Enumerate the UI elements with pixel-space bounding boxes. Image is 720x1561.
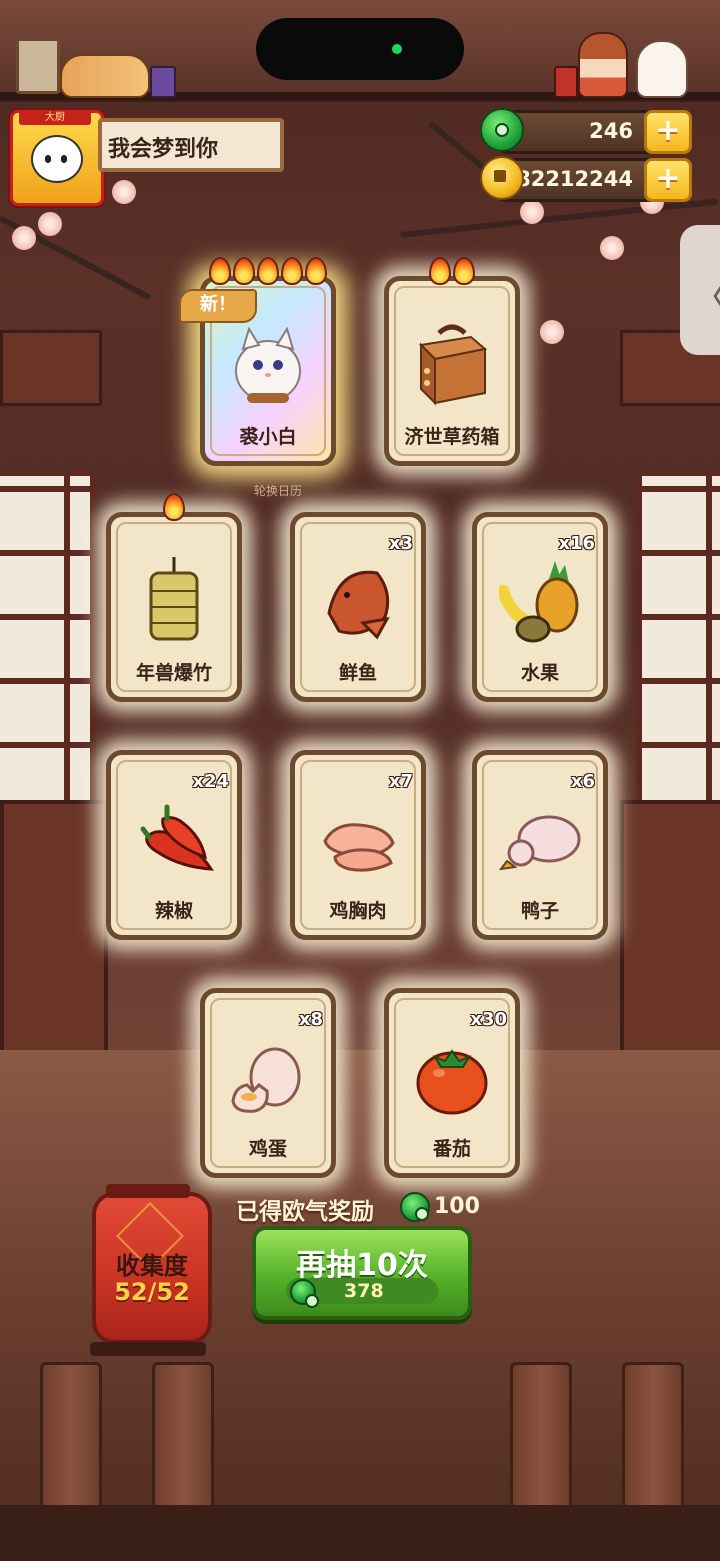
- bottom-strip: [0, 1505, 720, 1561]
- jade-icon: [290, 1279, 319, 1308]
- card-label: 鸡胸肉: [329, 900, 387, 922]
- collection-lantern[interactable]: 收集度 52/52: [90, 1184, 212, 1356]
- card-fish[interactable]: x3 鲜鱼: [290, 512, 426, 702]
- blossom-icon: [540, 320, 564, 344]
- card-label: 番茄: [432, 1138, 471, 1160]
- card-label: 鸭子: [520, 900, 559, 922]
- collection-label: 收集度: [116, 1252, 188, 1280]
- card-label: 裘小白: [239, 426, 297, 448]
- card-label: 鸡蛋: [248, 1138, 287, 1160]
- wall-panel-left: [0, 330, 102, 406]
- avatar-badge: 大厨: [19, 111, 91, 125]
- fence-post: [510, 1362, 572, 1528]
- fence-post: [622, 1362, 684, 1528]
- rarity-flames: [205, 257, 331, 291]
- shelf-kitten-icon: [636, 40, 688, 98]
- coin-amount: 82212244: [516, 167, 633, 191]
- medicine-box-icon: [418, 324, 488, 406]
- blossom-icon: [12, 226, 36, 250]
- fence-post: [40, 1362, 102, 1528]
- card-egg[interactable]: x8 鸡蛋: [200, 988, 336, 1178]
- jade-amount: 246: [589, 119, 633, 143]
- blossom-icon: [520, 200, 544, 224]
- reward-amount: 100: [434, 1194, 480, 1219]
- card-duck[interactable]: x6 鸭子: [472, 750, 608, 940]
- card-pet-cat[interactable]: 新！ 裘小白: [179, 257, 336, 466]
- card-fruit[interactable]: x16 水果: [472, 512, 608, 702]
- rarity-flames: [111, 493, 237, 527]
- lattice-window-left: [0, 470, 96, 812]
- rarity-flames: [389, 257, 515, 291]
- chicken-breast-icon: [323, 823, 395, 872]
- rotation-calendar-label: 轮换日历: [254, 484, 303, 498]
- card-tomato[interactable]: x30 番茄: [384, 988, 520, 1178]
- draw-again-button[interactable]: 再抽10次 378: [252, 1226, 472, 1320]
- branch-decoration: [399, 198, 719, 238]
- egg-icon: [231, 1047, 301, 1113]
- firecracker-icon: [149, 557, 199, 641]
- player-avatar[interactable]: 大厨: [10, 110, 104, 206]
- lattice-window-right: [636, 470, 720, 812]
- card-medicine-box[interactable]: 济世草药箱: [384, 257, 520, 466]
- card-chicken-breast[interactable]: x7 鸡胸肉: [290, 750, 426, 940]
- blossom-icon: [600, 236, 624, 260]
- card-label: 辣椒: [154, 900, 193, 922]
- side-panel-toggle[interactable]: 〈: [680, 225, 720, 355]
- duck-icon: [499, 815, 581, 871]
- card-firecracker[interactable]: 年兽爆竹: [106, 493, 242, 702]
- chef-cat-icon: [31, 135, 83, 183]
- jade-icon: [480, 108, 524, 152]
- player-name-plate[interactable]: 我会梦到你: [98, 118, 284, 172]
- card-chili[interactable]: x24 辣椒: [106, 750, 242, 940]
- card-label: 济世草药箱: [404, 426, 500, 448]
- fence-post: [152, 1362, 214, 1528]
- shelf-jar-icon: [150, 66, 176, 98]
- shelf-cat-icon: [60, 54, 150, 98]
- fruit-icon: [499, 561, 579, 643]
- blossom-icon: [38, 212, 62, 236]
- card-label: 水果: [520, 662, 559, 684]
- card-label: 鲜鱼: [338, 662, 377, 684]
- cat-icon: [235, 326, 301, 403]
- card-label: 年兽爆竹: [135, 662, 212, 684]
- fish-icon: [327, 570, 390, 640]
- shelf-scroll-icon: [16, 38, 60, 94]
- draw-cost-value: 378: [344, 1280, 384, 1302]
- blossom-icon: [112, 180, 136, 204]
- add-jade-button[interactable]: +: [644, 110, 692, 154]
- door-panel-left: [0, 800, 108, 1058]
- draw-cost: 378: [286, 1278, 438, 1308]
- shelf-doll-icon: [578, 32, 628, 98]
- tomato-icon: [416, 1049, 488, 1115]
- chili-icon: [140, 804, 214, 871]
- chevron-left-icon: 〈: [690, 265, 720, 323]
- camera-notch: [256, 18, 464, 80]
- door-panel-right: [620, 800, 720, 1058]
- collection-value: 52/52: [114, 1278, 190, 1306]
- coin-icon: [480, 156, 524, 200]
- jade-icon: [400, 1192, 430, 1222]
- reward-label: 已得欧气奖励: [236, 1199, 374, 1225]
- player-name: 我会梦到你: [108, 137, 219, 162]
- shelf-jar-icon: [554, 66, 578, 98]
- add-coin-button[interactable]: +: [644, 158, 692, 202]
